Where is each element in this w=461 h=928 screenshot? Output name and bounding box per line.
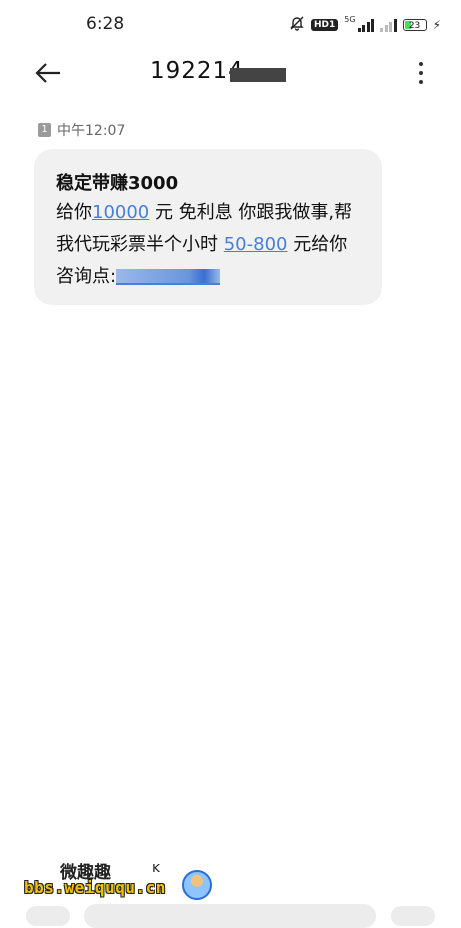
arrow-left-icon [35, 63, 60, 83]
signal-icon [357, 18, 375, 32]
attach-button[interactable] [26, 906, 70, 926]
mute-bell-icon [289, 15, 305, 35]
network-label: 5G [344, 15, 356, 24]
message-input[interactable] [84, 904, 376, 928]
message-meta: 1 中午12:07 [38, 120, 125, 140]
compose-bar [0, 900, 461, 928]
watermark-mascot-icon [182, 870, 212, 900]
hd-badge: HD1 [311, 19, 339, 31]
more-vertical-icon [419, 62, 423, 66]
status-icons: HD1 5G 23 ⚡ [289, 15, 441, 35]
status-time: 6:28 [86, 14, 125, 34]
status-bar: 6:28 HD1 5G 23 ⚡ [0, 0, 461, 48]
amount-link[interactable]: 10000 [92, 202, 149, 223]
battery-icon: 23 [402, 19, 427, 31]
redaction-mask [230, 68, 286, 82]
signal-icon [380, 18, 397, 32]
message-line: 咨询点: [56, 261, 364, 293]
range-link[interactable]: 50-800 [224, 234, 288, 255]
message-line: 我代玩彩票半个小时 50-800 元给你 [56, 234, 348, 255]
watermark-mark: ĸ [152, 860, 161, 876]
url-link[interactable] [116, 269, 221, 285]
message-time: 中午12:07 [57, 123, 126, 139]
charging-icon: ⚡ [432, 18, 441, 32]
watermark-url: bbs.weiququ.cn [24, 878, 166, 897]
send-button[interactable] [391, 906, 435, 926]
message-title: 稳定带赚3000 [56, 173, 179, 194]
message-line: 给你10000 元 免利息 你跟我做事,帮 [56, 202, 353, 223]
sim-badge: 1 [38, 123, 51, 137]
back-button[interactable] [30, 56, 66, 90]
message-bubble[interactable]: 稳定带赚3000 给你10000 元 免利息 你跟我做事,帮 我代玩彩票半个小时… [34, 149, 382, 305]
more-options-button[interactable] [411, 56, 431, 90]
